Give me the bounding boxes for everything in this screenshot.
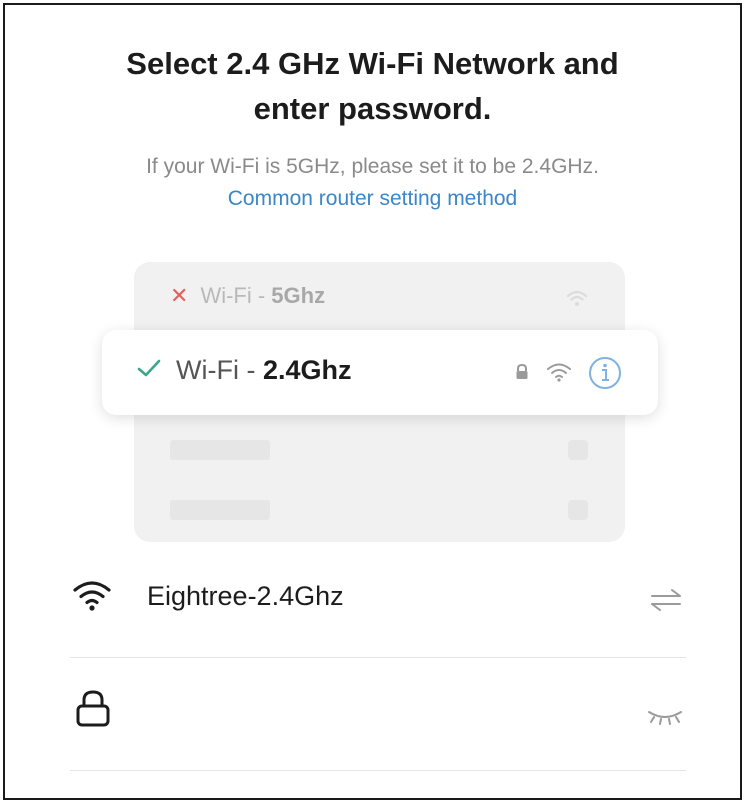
faded-wifi-icon [565, 287, 589, 316]
wifi-icon [72, 579, 112, 618]
network-24ghz-prefix: Wi-Fi - [176, 355, 263, 385]
network-24ghz-label: Wi-Fi - 2.4Ghz [176, 355, 352, 386]
title-line-1: Select 2.4 GHz Wi-Fi Network and [126, 46, 619, 81]
network-24ghz-band: 2.4Ghz [262, 355, 352, 385]
title-line-2: enter password. [253, 91, 492, 126]
info-icon [587, 355, 623, 396]
lock-icon [514, 363, 530, 386]
wifi-name-value: Eightree-2.4Ghz [147, 581, 344, 611]
password-lock-icon [74, 688, 112, 733]
placeholder-bar [170, 500, 270, 520]
wifi-signal-icon [546, 361, 572, 388]
check-icon [136, 357, 162, 384]
screen-frame: Select 2.4 GHz Wi-Fi Network and enter p… [3, 3, 742, 800]
placeholder-icon [568, 500, 588, 520]
network-5ghz-row: ✕ Wi-Fi - 5Ghz [170, 283, 325, 309]
router-setting-link[interactable]: Common router setting method [5, 187, 740, 211]
x-icon: ✕ [170, 283, 189, 308]
password-input[interactable] [147, 696, 597, 727]
placeholder-bar [170, 440, 270, 460]
network-24ghz-card: Wi-Fi - 2.4Ghz [102, 330, 658, 415]
placeholder-icon [568, 440, 588, 460]
password-field[interactable] [70, 658, 686, 771]
page-title: Select 2.4 GHz Wi-Fi Network and enter p… [5, 41, 740, 131]
eye-closed-icon[interactable] [646, 708, 684, 731]
wifi-name-field[interactable]: Eightree-2.4Ghz [70, 565, 686, 658]
subtitle-hint: If your Wi-Fi is 5GHz, please set it to … [146, 155, 599, 178]
network-5ghz-band: 5Ghz [271, 283, 326, 308]
network-5ghz-prefix: Wi-Fi - [200, 283, 272, 308]
switch-network-icon[interactable] [648, 587, 684, 618]
